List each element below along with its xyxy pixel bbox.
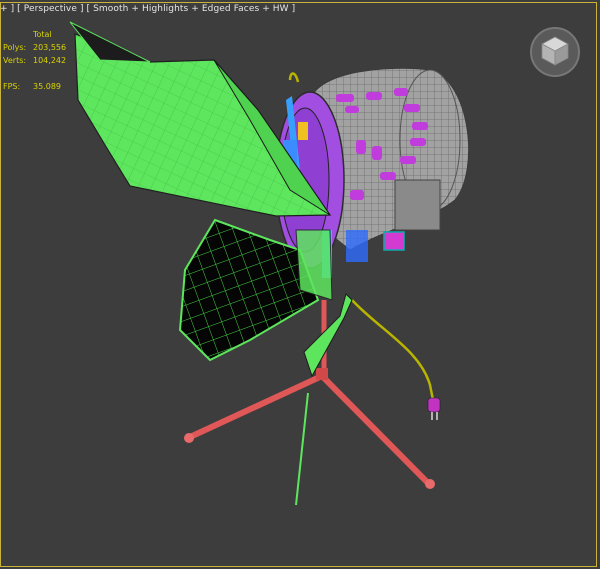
stats-fps-value: 35.089	[33, 82, 61, 91]
power-plug	[427, 397, 441, 420]
stats-header: Total	[33, 30, 52, 39]
stats-verts-row: Verts: 104,242	[3, 54, 66, 67]
viewport-label: + ] [ Perspective ] [ Smooth + Highlight…	[0, 4, 295, 14]
viewport-label-sep: [	[14, 4, 24, 14]
viewport-shading-mode[interactable]: Smooth + Highlights + Edged Faces + HW	[93, 4, 289, 14]
stats-polys-value: 203,556	[33, 43, 67, 52]
stats-polys-label: Polys:	[3, 43, 27, 52]
viewport-label-sep: ]	[288, 4, 296, 14]
viewport-menu-plus[interactable]: + ]	[0, 4, 14, 14]
stats-verts-label: Verts:	[3, 56, 27, 65]
viewport-view-mode[interactable]: Perspective	[24, 4, 77, 14]
scene-render[interactable]	[0, 0, 600, 569]
viewport-label-sep: ] [	[77, 4, 94, 14]
stats-fps-row: FPS: 35.089	[3, 80, 66, 93]
barn-door-side	[303, 293, 353, 378]
stats-verts-value: 104,242	[33, 56, 67, 65]
stats-polys-row: Polys: 203,556	[3, 41, 66, 54]
viewport-stats: Total Polys: 203,556 Verts: 104,242 FPS:…	[3, 28, 66, 93]
stats-fps-label: FPS:	[3, 82, 21, 91]
3d-viewport[interactable]: + ] [ Perspective ] [ Smooth + Highlight…	[0, 0, 600, 569]
power-cable	[351, 299, 436, 406]
viewcube-icon[interactable]	[528, 25, 582, 79]
